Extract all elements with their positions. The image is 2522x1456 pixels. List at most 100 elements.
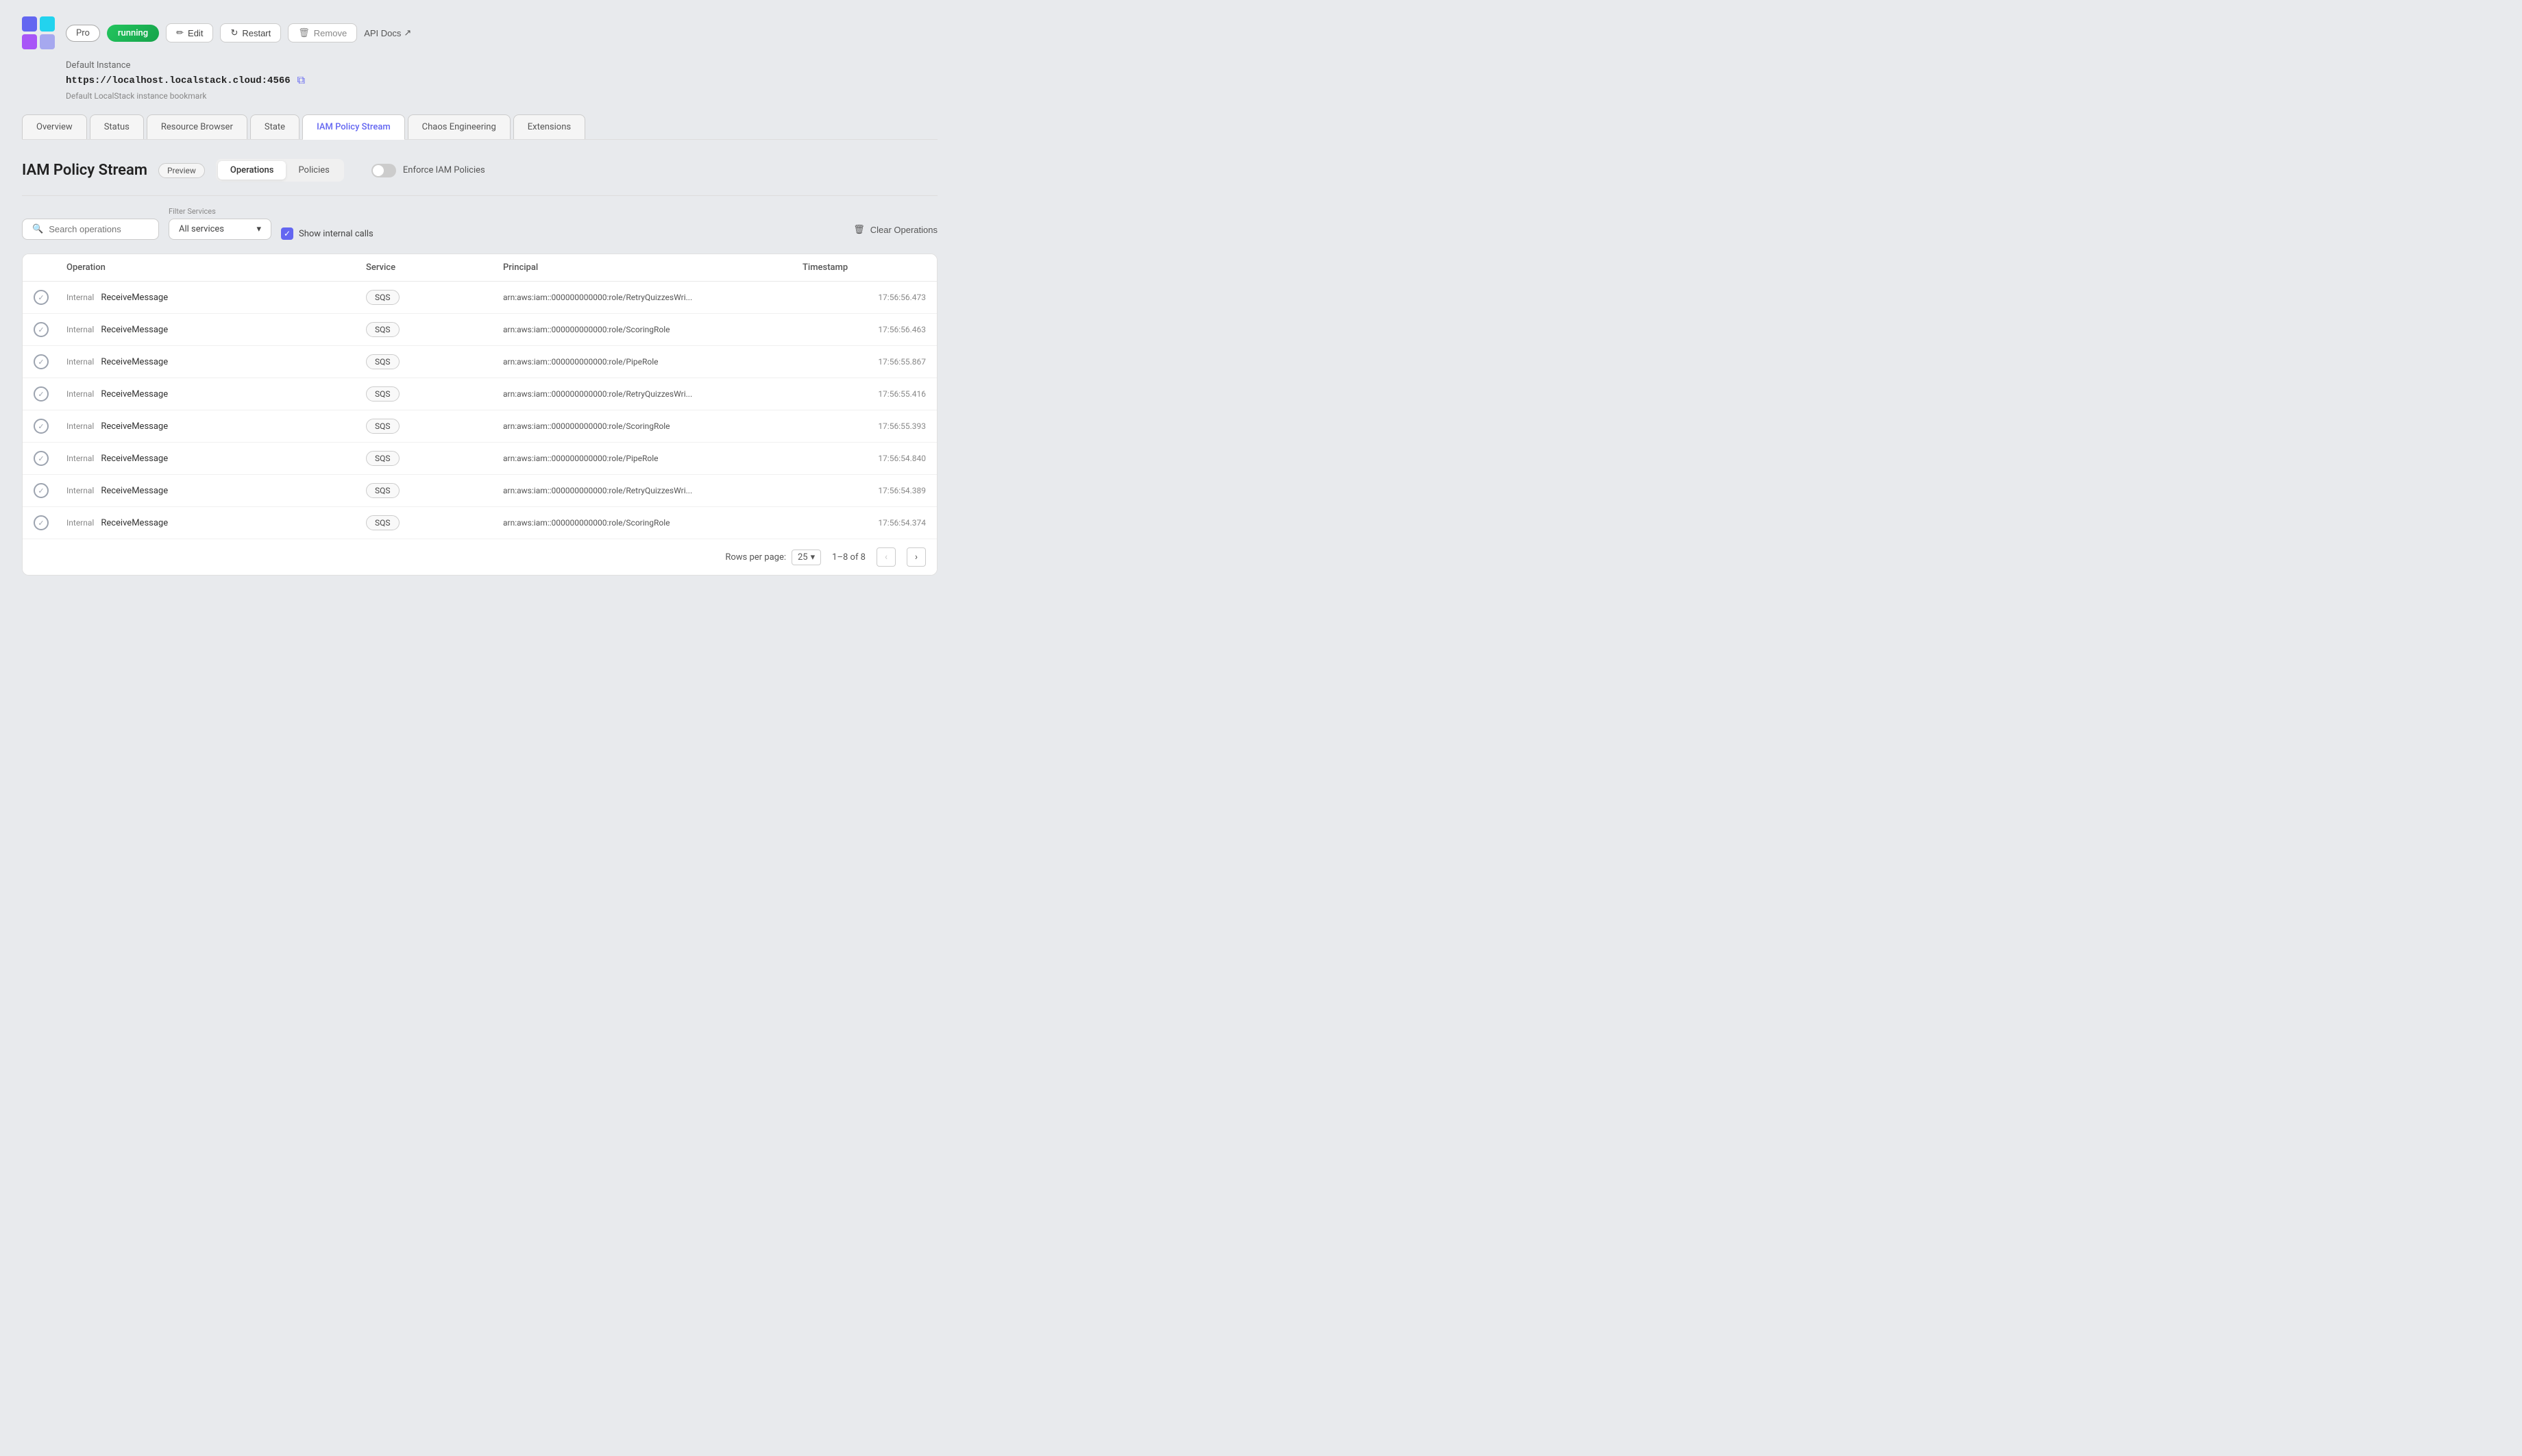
table-row[interactable]: ✓ Internal ReceiveMessage SQS arn:aws:ia…: [23, 378, 937, 410]
row-timestamp-cell: 17:56:56.463: [803, 325, 926, 334]
row-principal-cell: arn:aws:iam::000000000000:role/RetryQuiz…: [503, 389, 803, 399]
instance-label: Default Instance: [66, 60, 938, 71]
sub-tab-policies[interactable]: Policies: [286, 161, 341, 180]
row-type: Internal: [66, 389, 94, 399]
table-row[interactable]: ✓ Internal ReceiveMessage SQS arn:aws:ia…: [23, 443, 937, 475]
table-row[interactable]: ✓ Internal ReceiveMessage SQS arn:aws:ia…: [23, 346, 937, 378]
row-principal-cell: arn:aws:iam::000000000000:role/ScoringRo…: [503, 325, 803, 334]
row-operation-name: ReceiveMessage: [101, 293, 168, 303]
row-type: Internal: [66, 486, 94, 495]
row-service-badge: SQS: [366, 354, 400, 369]
copy-icon: ⧉: [297, 75, 305, 86]
row-type: Internal: [66, 357, 94, 367]
row-check-icon: ✓: [34, 322, 66, 337]
row-timestamp-cell: 17:56:54.389: [803, 486, 926, 495]
trash-icon: 🗑: [298, 27, 310, 38]
tab-status[interactable]: Status: [90, 114, 144, 139]
row-operation-name: ReceiveMessage: [101, 389, 168, 399]
row-check-icon: ✓: [34, 290, 66, 305]
running-badge: running: [107, 25, 159, 42]
filter-services-group: Filter Services All services ▾: [169, 207, 271, 240]
table-row[interactable]: ✓ Internal ReceiveMessage SQS arn:aws:ia…: [23, 410, 937, 443]
row-principal-cell: arn:aws:iam::000000000000:role/ScoringRo…: [503, 421, 803, 431]
table-body: ✓ Internal ReceiveMessage SQS arn:aws:ia…: [23, 282, 937, 539]
row-operation-cell: Internal ReceiveMessage: [66, 454, 366, 464]
external-link-icon: ↗: [404, 27, 411, 38]
enforce-iam-toggle[interactable]: [371, 164, 396, 177]
clear-operations-button[interactable]: 🗑 Clear Operations: [853, 219, 938, 240]
row-check-icon: ✓: [34, 483, 66, 498]
tab-iam-policy-stream[interactable]: IAM Policy Stream: [302, 114, 405, 139]
search-input[interactable]: [49, 224, 149, 234]
table-row[interactable]: ✓ Internal ReceiveMessage SQS arn:aws:ia…: [23, 282, 937, 314]
row-principal-cell: arn:aws:iam::000000000000:role/PipeRole: [503, 357, 803, 367]
row-service-badge: SQS: [366, 290, 400, 305]
row-operation-cell: Internal ReceiveMessage: [66, 293, 366, 303]
row-timestamp-cell: 17:56:56.473: [803, 293, 926, 302]
tab-overview[interactable]: Overview: [22, 114, 87, 139]
row-operation-name: ReceiveMessage: [101, 518, 168, 528]
rows-per-page-select[interactable]: 25 ▾: [792, 550, 821, 565]
main-tabs: Overview Status Resource Browser State I…: [22, 114, 938, 140]
page-title: IAM Policy Stream: [22, 162, 147, 179]
search-icon: 🔍: [32, 224, 43, 234]
pagination-row: Rows per page: 25 ▾ 1–8 of 8 ‹ ›: [23, 539, 937, 575]
row-service-badge: SQS: [366, 515, 400, 530]
row-timestamp-cell: 17:56:55.867: [803, 357, 926, 367]
prev-page-button[interactable]: ‹: [877, 547, 896, 567]
show-internal-label: Show internal calls: [299, 229, 374, 239]
next-page-button[interactable]: ›: [907, 547, 926, 567]
row-operation-name: ReceiveMessage: [101, 421, 168, 432]
row-operation-cell: Internal ReceiveMessage: [66, 389, 366, 399]
row-service-cell: SQS: [366, 322, 503, 337]
tab-resource-browser[interactable]: Resource Browser: [147, 114, 247, 139]
tab-chaos-engineering[interactable]: Chaos Engineering: [408, 114, 511, 139]
row-service-cell: SQS: [366, 419, 503, 434]
instance-url: https://localhost.localstack.cloud:4566: [66, 75, 291, 86]
col-header-operation: Operation: [66, 262, 366, 273]
copy-url-button[interactable]: ⧉: [297, 75, 305, 87]
table-row[interactable]: ✓ Internal ReceiveMessage SQS arn:aws:ia…: [23, 475, 937, 507]
search-box[interactable]: 🔍: [22, 219, 159, 240]
api-docs-button[interactable]: API Docs ↗: [364, 27, 411, 38]
filter-services-select[interactable]: All services ▾: [169, 219, 271, 240]
table-header: Operation Service Principal Timestamp: [23, 254, 937, 282]
restart-button[interactable]: ↻ Restart: [220, 23, 281, 42]
table-row[interactable]: ✓ Internal ReceiveMessage SQS arn:aws:ia…: [23, 314, 937, 346]
row-check-icon: ✓: [34, 451, 66, 466]
show-internal-checkbox[interactable]: ✓: [281, 227, 293, 240]
row-operation-cell: Internal ReceiveMessage: [66, 518, 366, 528]
row-operation-cell: Internal ReceiveMessage: [66, 421, 366, 432]
tab-state[interactable]: State: [250, 114, 299, 139]
row-operation-name: ReceiveMessage: [101, 325, 168, 335]
row-service-cell: SQS: [366, 354, 503, 369]
restart-icon: ↻: [230, 27, 238, 38]
table-row[interactable]: ✓ Internal ReceiveMessage SQS arn:aws:ia…: [23, 507, 937, 539]
row-timestamp-cell: 17:56:55.393: [803, 421, 926, 431]
app-logo: [22, 16, 55, 49]
row-type: Internal: [66, 421, 94, 431]
row-service-badge: SQS: [366, 386, 400, 402]
remove-button[interactable]: 🗑 Remove: [288, 23, 357, 42]
row-type: Internal: [66, 293, 94, 302]
pencil-icon: ✏: [176, 27, 184, 38]
sub-tab-operations[interactable]: Operations: [218, 161, 286, 180]
row-service-badge: SQS: [366, 483, 400, 498]
divider: [22, 195, 938, 196]
row-timestamp-cell: 17:56:55.416: [803, 389, 926, 399]
row-service-cell: SQS: [366, 483, 503, 498]
row-operation-cell: Internal ReceiveMessage: [66, 357, 366, 367]
row-operation-name: ReceiveMessage: [101, 357, 168, 367]
row-operation-name: ReceiveMessage: [101, 454, 168, 464]
col-header-service: Service: [366, 262, 503, 273]
row-check-icon: ✓: [34, 386, 66, 402]
edit-button[interactable]: ✏ Edit: [166, 23, 213, 42]
content-area: IAM Policy Stream Preview Operations Pol…: [22, 159, 938, 576]
instance-bookmark: Default LocalStack instance bookmark: [66, 91, 938, 101]
tab-extensions[interactable]: Extensions: [513, 114, 585, 139]
row-service-badge: SQS: [366, 322, 400, 337]
filter-services-label: Filter Services: [169, 207, 271, 216]
filter-row: 🔍 Filter Services All services ▾ ✓ Show …: [22, 207, 938, 240]
row-operation-cell: Internal ReceiveMessage: [66, 486, 366, 496]
row-timestamp-cell: 17:56:54.840: [803, 454, 926, 463]
